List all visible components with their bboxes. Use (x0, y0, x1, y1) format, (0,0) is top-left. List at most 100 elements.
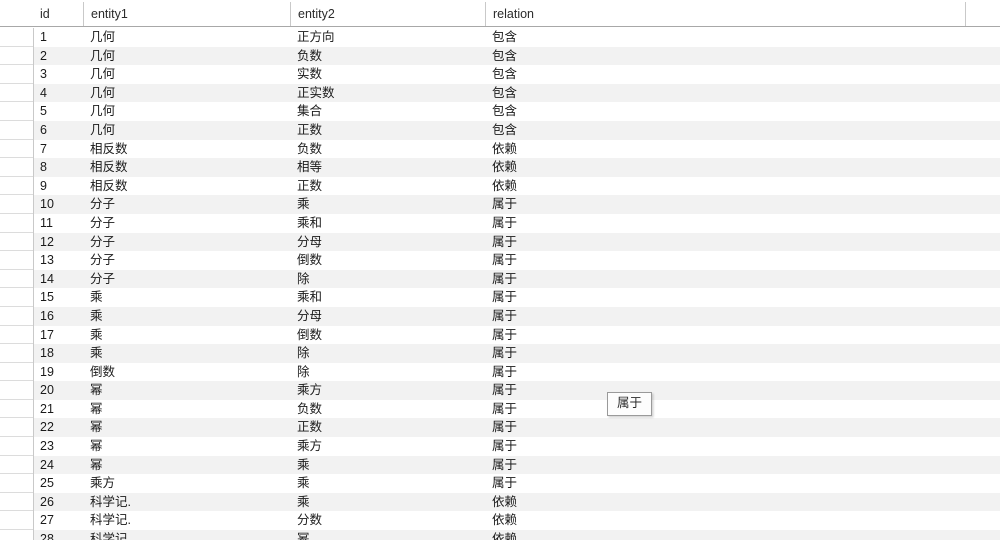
cell-entity1[interactable]: 乘方 (83, 474, 290, 493)
cell-entity2[interactable]: 分母 (290, 233, 485, 252)
cell-entity1[interactable]: 乘 (83, 307, 290, 326)
cell-relation[interactable]: 依赖 (485, 140, 885, 159)
table-row[interactable]: 18 乘 除 属于 (0, 344, 1000, 363)
cell-id[interactable]: 23 (33, 437, 83, 456)
row-header-gutter[interactable] (0, 28, 33, 47)
cell-entity1[interactable]: 几何 (83, 47, 290, 66)
cell-relation[interactable]: 包含 (485, 84, 885, 103)
table-row[interactable]: 21 幂 负数 属于 (0, 399, 1000, 419)
cell-entity2[interactable]: 乘和 (290, 214, 485, 233)
cell-entity2[interactable]: 乘 (290, 493, 485, 512)
row-header-gutter[interactable] (0, 102, 33, 121)
row-header-gutter[interactable] (0, 46, 33, 66)
cell-id[interactable]: 4 (33, 84, 83, 103)
cell-entity1[interactable]: 乘 (83, 288, 290, 307)
cell-id[interactable]: 9 (33, 177, 83, 196)
table-row[interactable]: 8 相反数 相等 依赖 (0, 158, 1000, 177)
cell-id[interactable]: 11 (33, 214, 83, 233)
cell-id[interactable]: 12 (33, 233, 83, 252)
cell-entity2[interactable]: 乘方 (290, 381, 485, 400)
cell-entity2[interactable]: 除 (290, 344, 485, 363)
table-row[interactable]: 6 几何 正数 包含 (0, 120, 1000, 140)
grid-body[interactable]: 1 几何 正方向 包含 2 几何 负数 包含 3 几何 实数 包含 4 几何 正实数 包含 5 几何 集合 包含 6 几何… (0, 28, 1000, 540)
cell-relation[interactable]: 包含 (485, 121, 885, 140)
cell-entity1[interactable]: 乘 (83, 326, 290, 345)
cell-id[interactable]: 8 (33, 158, 83, 177)
table-row[interactable]: 23 幂 乘方 属于 (0, 437, 1000, 456)
cell-entity2[interactable]: 除 (290, 270, 485, 289)
cell-id[interactable]: 2 (33, 47, 83, 66)
table-row[interactable]: 26 科学记. 乘 依赖 (0, 492, 1000, 512)
cell-entity1[interactable]: 几何 (83, 28, 290, 47)
row-header-gutter[interactable] (0, 269, 33, 289)
cell-entity1[interactable]: 分子 (83, 270, 290, 289)
cell-entity1[interactable]: 几何 (83, 102, 290, 121)
table-row[interactable]: 12 分子 分母 属于 (0, 232, 1000, 252)
cell-entity1[interactable]: 科学记. (83, 511, 290, 530)
table-row[interactable]: 13 分子 倒数 属于 (0, 251, 1000, 270)
row-header-gutter[interactable] (0, 418, 33, 438)
cell-entity1[interactable]: 分子 (83, 251, 290, 270)
cell-entity2[interactable]: 正数 (290, 418, 485, 437)
row-header-gutter[interactable] (0, 83, 33, 103)
cell-relation[interactable]: 属于 (485, 474, 885, 493)
row-header-gutter[interactable] (0, 288, 33, 307)
cell-entity2[interactable]: 乘 (290, 474, 485, 493)
cell-id[interactable]: 27 (33, 511, 83, 530)
table-row[interactable]: 24 幂 乘 属于 (0, 455, 1000, 475)
cell-relation[interactable]: 依赖 (485, 493, 885, 512)
cell-id[interactable]: 16 (33, 307, 83, 326)
row-header-gutter[interactable] (0, 158, 33, 177)
row-header-gutter[interactable] (0, 139, 33, 159)
cell-entity2[interactable]: 正数 (290, 121, 485, 140)
column-header-entity2[interactable]: entity2 (290, 2, 485, 26)
table-row[interactable]: 4 几何 正实数 包含 (0, 83, 1000, 103)
row-header-gutter[interactable] (0, 251, 33, 270)
cell-relation[interactable]: 依赖 (485, 530, 885, 540)
cell-entity2[interactable]: 正方向 (290, 28, 485, 47)
cell-entity1[interactable]: 幂 (83, 400, 290, 419)
row-header-gutter[interactable] (0, 306, 33, 326)
cell-id[interactable]: 5 (33, 102, 83, 121)
table-row[interactable]: 27 科学记. 分数 依赖 (0, 511, 1000, 531)
cell-id[interactable]: 24 (33, 456, 83, 475)
table-row[interactable]: 11 分子 乘和 属于 (0, 213, 1000, 233)
row-header-gutter[interactable] (0, 232, 33, 252)
table-row[interactable]: 22 幂 正数 属于 (0, 418, 1000, 438)
row-header-gutter[interactable] (0, 381, 33, 400)
cell-entity2[interactable]: 分母 (290, 307, 485, 326)
table-row[interactable]: 14 分子 除 属于 (0, 269, 1000, 289)
cell-relation[interactable]: 包含 (485, 65, 885, 84)
row-header-gutter[interactable] (0, 195, 33, 214)
cell-relation[interactable]: 属于 (485, 381, 885, 400)
column-header-relation[interactable]: relation (485, 2, 965, 26)
row-header-gutter[interactable] (0, 530, 33, 540)
cell-entity1[interactable]: 分子 (83, 214, 290, 233)
cell-relation[interactable]: 属于 (485, 418, 885, 437)
cell-entity1[interactable]: 分子 (83, 195, 290, 214)
cell-entity1[interactable]: 幂 (83, 437, 290, 456)
cell-id[interactable]: 17 (33, 326, 83, 345)
cell-entity2[interactable]: 乘 (290, 456, 485, 475)
cell-entity2[interactable]: 正数 (290, 177, 485, 196)
cell-id[interactable]: 1 (33, 28, 83, 47)
row-header-gutter[interactable] (0, 120, 33, 140)
cell-entity2[interactable]: 集合 (290, 102, 485, 121)
row-header-gutter[interactable] (0, 176, 33, 196)
table-row[interactable]: 16 乘 分母 属于 (0, 306, 1000, 326)
cell-entity2[interactable]: 倒数 (290, 251, 485, 270)
cell-entity2[interactable]: 负数 (290, 140, 485, 159)
cell-entity1[interactable]: 相反数 (83, 177, 290, 196)
cell-entity2[interactable]: 倒数 (290, 326, 485, 345)
cell-entity1[interactable]: 相反数 (83, 140, 290, 159)
cell-relation[interactable]: 依赖 (485, 177, 885, 196)
table-row[interactable]: 9 相反数 正数 依赖 (0, 176, 1000, 196)
row-header-gutter[interactable] (0, 511, 33, 531)
cell-relation[interactable]: 属于 (485, 344, 885, 363)
cell-entity1[interactable]: 科学记. (83, 530, 290, 540)
cell-id[interactable]: 3 (33, 65, 83, 84)
cell-entity1[interactable]: 相反数 (83, 158, 290, 177)
cell-id[interactable]: 28 (33, 530, 83, 540)
cell-entity2[interactable]: 分数 (290, 511, 485, 530)
cell-relation[interactable]: 依赖 (485, 158, 885, 177)
